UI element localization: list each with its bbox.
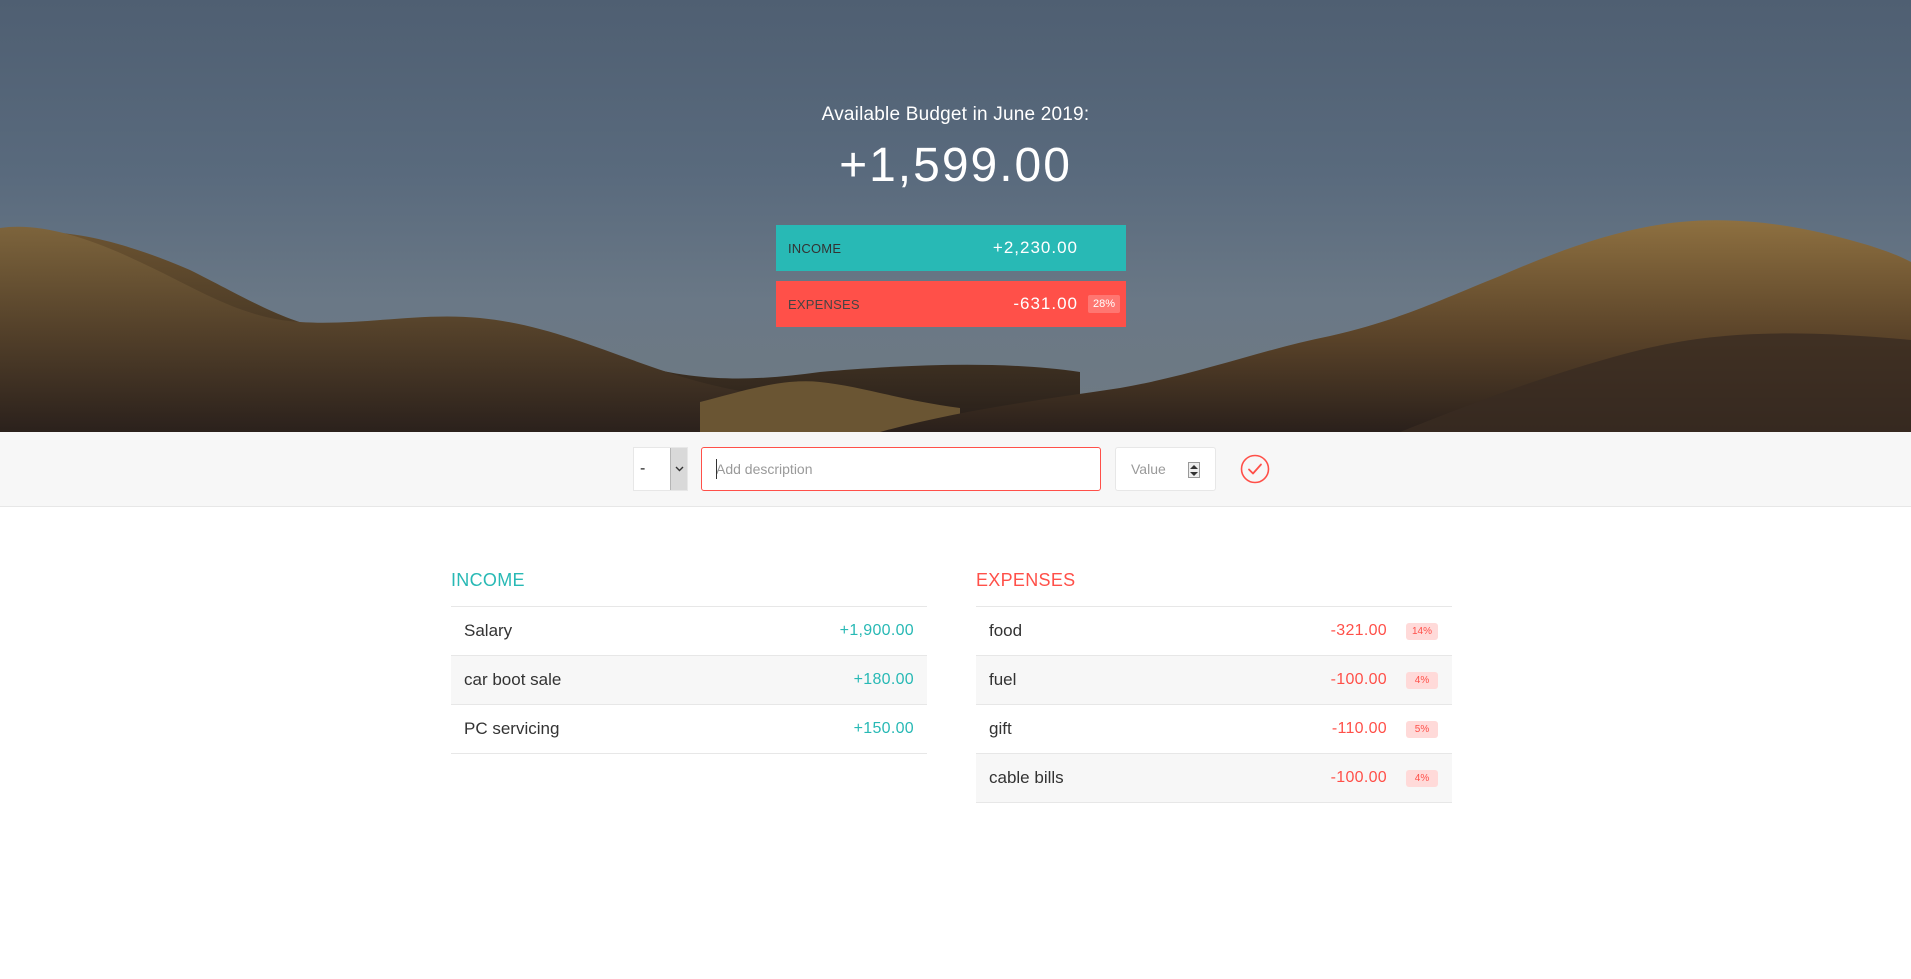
- income-summary-label: INCOME: [788, 240, 842, 256]
- income-item[interactable]: Salary +1,900.00: [451, 607, 927, 656]
- item-percentage-badge: 4%: [1406, 671, 1438, 689]
- budget-title: Available Budget in June 2019:: [821, 104, 1090, 125]
- income-summary: INCOME +2,230.00: [776, 225, 1126, 271]
- expenses-summary-value: -631.00: [1013, 294, 1078, 313]
- item-value: -100.00: [1330, 769, 1387, 786]
- income-title: INCOME: [451, 570, 525, 590]
- item-percentage-badge: 4%: [1406, 769, 1438, 787]
- type-select[interactable]: -: [633, 447, 688, 491]
- value-input[interactable]: Value: [1115, 447, 1216, 491]
- item-description: fuel: [989, 670, 1017, 689]
- text-cursor: [716, 459, 717, 479]
- item-value: +1,900.00: [839, 622, 914, 639]
- expense-item[interactable]: fuel -100.00 4%: [976, 656, 1452, 705]
- budget-value: +1,599.00: [839, 139, 1072, 192]
- expenses-title: EXPENSES: [976, 570, 1076, 590]
- item-description: car boot sale: [464, 670, 562, 689]
- check-circle-icon: [1240, 454, 1270, 484]
- item-percentage-badge: 14%: [1406, 622, 1438, 640]
- income-item[interactable]: PC servicing +150.00: [451, 705, 927, 754]
- description-input[interactable]: [701, 447, 1101, 491]
- expenses-column: EXPENSES food -321.00 14% fuel -100.00 4…: [976, 569, 1452, 803]
- add-entry-bar: - Value: [0, 432, 1911, 507]
- budget-header: Available Budget in June 2019: +1,599.00…: [0, 0, 1911, 432]
- item-value: +180.00: [853, 671, 914, 688]
- expense-item[interactable]: gift -110.00 5%: [976, 705, 1452, 754]
- hills-background-image: [0, 220, 1911, 432]
- item-description: gift: [989, 719, 1012, 738]
- item-description: cable bills: [989, 768, 1064, 787]
- item-percentage-badge: 5%: [1406, 720, 1438, 738]
- value-input-placeholder: Value: [1131, 461, 1166, 477]
- item-value: +150.00: [853, 720, 914, 737]
- income-item[interactable]: car boot sale +180.00: [451, 656, 927, 705]
- item-description: PC servicing: [464, 719, 560, 738]
- number-spinner-icon[interactable]: [1188, 462, 1200, 478]
- item-description: food: [989, 621, 1023, 640]
- item-description: Salary: [464, 621, 513, 640]
- income-list: Salary +1,900.00 car boot sale +180.00 P…: [451, 606, 927, 754]
- add-button[interactable]: [1240, 454, 1270, 484]
- expense-item[interactable]: cable bills -100.00 4%: [976, 754, 1452, 803]
- expense-item[interactable]: food -321.00 14%: [976, 607, 1452, 656]
- income-summary-value: +2,230.00: [992, 238, 1078, 257]
- type-select-value: -: [640, 460, 646, 477]
- expenses-list: food -321.00 14% fuel -100.00 4% gift -1…: [976, 606, 1452, 803]
- expenses-percentage-badge: 28%: [1088, 295, 1121, 313]
- expenses-summary: EXPENSES -631.00 28%: [776, 281, 1126, 327]
- chevron-down-icon[interactable]: [670, 448, 687, 490]
- item-value: -110.00: [1331, 720, 1387, 737]
- expenses-summary-label: EXPENSES: [788, 296, 860, 312]
- item-value: -321.00: [1330, 622, 1387, 639]
- income-column: INCOME Salary +1,900.00 car boot sale +1…: [451, 569, 927, 754]
- item-value: -100.00: [1330, 671, 1387, 688]
